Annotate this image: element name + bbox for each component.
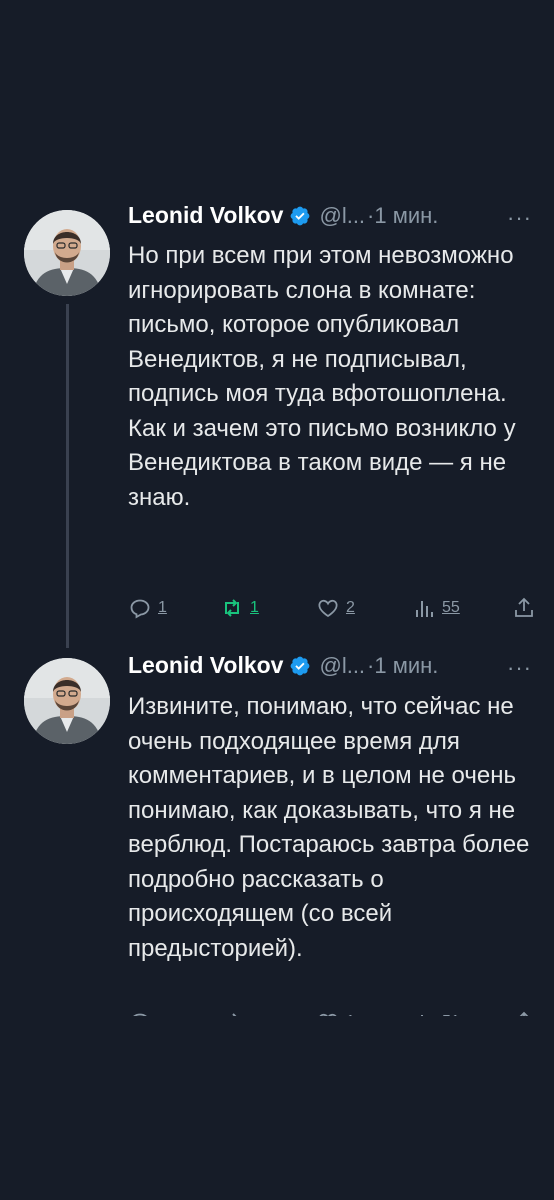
reply-button[interactable]: 1	[128, 596, 167, 620]
verified-badge-icon	[291, 206, 310, 225]
avatar[interactable]	[24, 658, 110, 744]
tweet-header: Leonid Volkov @l... ·1 мин.	[128, 202, 438, 229]
share-icon	[515, 597, 533, 617]
tweet-actions: 1 1 2 55	[128, 596, 538, 626]
author-handle[interactable]: @l...	[319, 203, 365, 229]
like-button[interactable]: 2	[316, 596, 355, 620]
author-handle[interactable]: @l...	[319, 653, 365, 679]
tweet-header: Leonid Volkov @l... ·1 мин.	[128, 652, 438, 679]
reply-icon	[130, 599, 150, 619]
avatar[interactable]	[24, 210, 110, 296]
heart-icon	[318, 599, 338, 618]
views-chart-icon	[416, 601, 433, 617]
retweet-count: 1	[250, 599, 259, 616]
share-button[interactable]	[512, 596, 536, 620]
tweet-text: Извините, понимаю, что сейчас не очень п…	[128, 693, 530, 962]
cropped-bottom-area	[0, 1016, 554, 1046]
thread-connector-line	[66, 304, 69, 648]
reply-count: 1	[158, 599, 167, 616]
author-name[interactable]: Leonid Volkov	[128, 652, 283, 679]
tweet-time[interactable]: ·1 мин.	[367, 203, 438, 229]
retweet-icon	[225, 599, 239, 617]
more-options-icon[interactable]: ···	[507, 205, 532, 231]
verified-badge-icon	[291, 656, 310, 675]
more-options-icon[interactable]: ···	[507, 655, 532, 681]
tweet-time[interactable]: ·1 мин.	[367, 653, 438, 679]
author-name[interactable]: Leonid Volkov	[128, 202, 283, 229]
retweet-button[interactable]: 1	[220, 596, 259, 620]
tweet-text: Но при всем при этом невозможно игнориро…	[128, 242, 516, 511]
views-count: 55	[442, 599, 460, 616]
views-button[interactable]: 55	[412, 596, 460, 620]
like-count: 2	[346, 599, 355, 616]
